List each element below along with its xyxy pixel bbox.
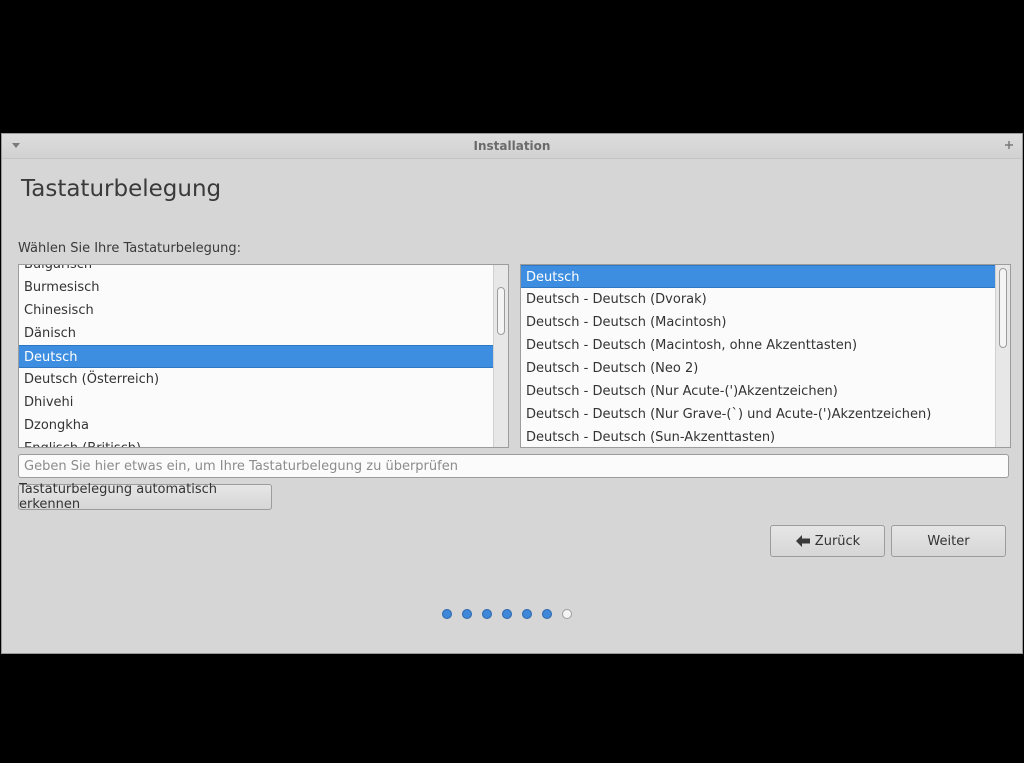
variant-list-item[interactable]: Deutsch - Deutsch (Neo 2) (521, 357, 1010, 380)
next-button[interactable]: Weiter (891, 525, 1006, 557)
arrow-left-icon (795, 535, 810, 547)
variant-list-item[interactable]: Deutsch (521, 265, 1010, 288)
layout-list-scroll-thumb[interactable] (497, 287, 505, 335)
detect-layout-button[interactable]: Tastaturbelegung automatisch erkennen (18, 482, 272, 512)
variant-list-scroll-thumb[interactable] (999, 268, 1007, 348)
layout-list-item[interactable]: Deutsch (19, 345, 508, 368)
maximize-icon[interactable] (1003, 139, 1015, 151)
keyboard-layout-items: Bulgarisch Burmesisch Chinesisch Dänisch Deu… (19, 265, 508, 447)
progress-dot (562, 609, 572, 619)
variant-list-item[interactable]: Deutsch - Deutsch (Macintosh) (521, 311, 1010, 334)
variant-list-item[interactable]: Deutsch - Deutsch (Dvorak) (521, 288, 1010, 311)
variant-list-scrollbar[interactable] (995, 265, 1010, 447)
layout-list-item[interactable]: Dänisch (19, 322, 508, 345)
variant-list-item[interactable]: Deutsch - Deutsch (Macintosh, ohne Akzen… (521, 334, 1010, 357)
layout-list-item[interactable]: Burmesisch (19, 276, 508, 299)
keyboard-test-input[interactable] (18, 454, 1009, 478)
layout-list-item[interactable]: Chinesisch (19, 299, 508, 322)
next-button-label: Weiter (927, 533, 970, 549)
layout-list-item[interactable]: Deutsch (Österreich) (19, 368, 508, 391)
layout-prompt-label: Wählen Sie Ihre Tastaturbelegung: (18, 241, 241, 256)
layout-list-item[interactable]: Dzongkha (19, 414, 508, 437)
page-title: Tastaturbelegung (21, 176, 222, 202)
layout-list-scrollbar[interactable] (493, 265, 508, 447)
progress-dot (502, 609, 512, 619)
progress-indicator (442, 609, 572, 621)
installer-window: Installation Tastaturbelegung Wählen Sie… (1, 133, 1023, 654)
back-button[interactable]: Zurück (770, 525, 885, 557)
title-bar[interactable]: Installation (2, 134, 1022, 159)
progress-dot (442, 609, 452, 619)
window-title: Installation (473, 139, 551, 153)
back-button-label: Zurück (814, 533, 861, 549)
progress-dot (522, 609, 532, 619)
keyboard-variant-items: Deutsch Deutsch - Deutsch (Dvorak) Deutsch… (521, 265, 1010, 447)
layout-list-item[interactable]: Englisch (Britisch) (19, 437, 508, 447)
keyboard-variant-list[interactable]: Deutsch Deutsch - Deutsch (Dvorak) Deutsch… (520, 264, 1011, 448)
detect-layout-button-label: Tastaturbelegung automatisch erkennen (19, 482, 218, 512)
progress-dot (482, 609, 492, 619)
progress-dot (462, 609, 472, 619)
variant-list-item[interactable]: Deutsch - Deutsch (Nur Acute-(')Akzentze… (521, 380, 1010, 403)
variant-list-item[interactable]: Deutsch - Deutsch (Sun-Akzenttasten) (521, 426, 1010, 447)
layout-list-item[interactable]: Dhivehi (19, 391, 508, 414)
variant-list-item[interactable]: Deutsch - Deutsch (Nur Grave-(`) und Acu… (521, 403, 1010, 426)
layout-list-item[interactable]: Bulgarisch (19, 265, 508, 276)
keyboard-layout-list[interactable]: Bulgarisch Burmesisch Chinesisch Dänisch Deu… (18, 264, 509, 448)
progress-dot (542, 609, 552, 619)
